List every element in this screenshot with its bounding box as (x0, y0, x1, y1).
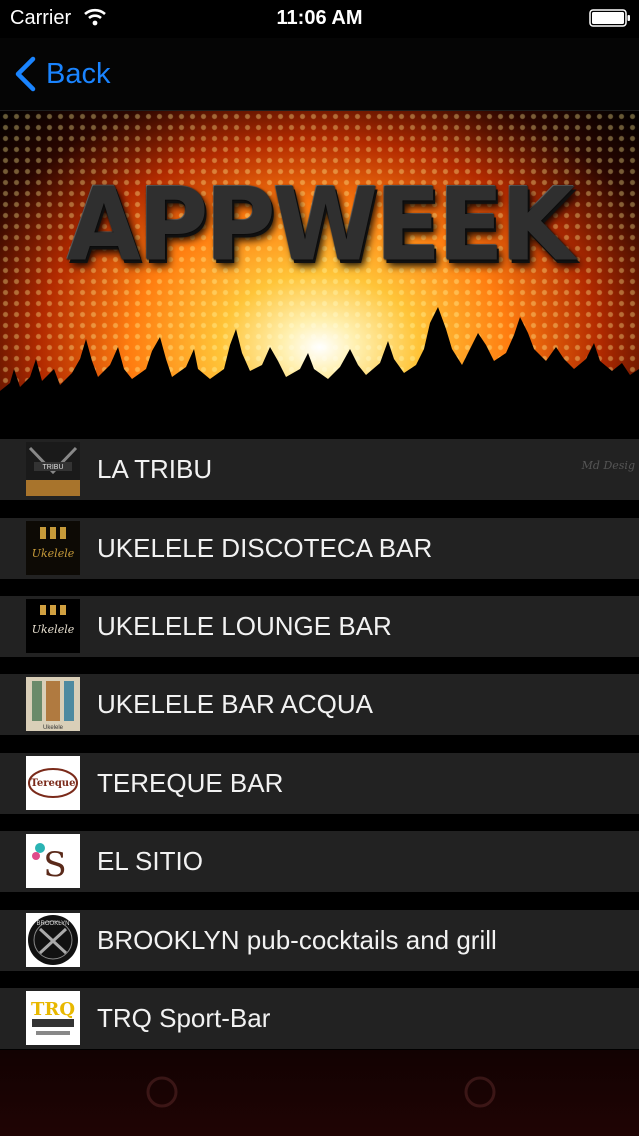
banner-signature: Md Desig (581, 459, 635, 472)
venue-logo-ukelele-acqua: Ukelele (26, 677, 80, 731)
status-time: 11:06 AM (276, 7, 363, 29)
venue-name: UKELELE DISCOTECA BAR (97, 533, 433, 563)
chevron-left-icon (15, 56, 36, 92)
navigation-bar: Back (0, 38, 639, 111)
tab-icon-left[interactable] (142, 1072, 182, 1112)
venue-row-ukelele-lounge[interactable]: Ukelele UKELELE LOUNGE BAR (0, 596, 639, 657)
venue-name: EL SITIO (97, 846, 203, 876)
venue-logo-tereque: Tereque (26, 756, 80, 810)
venue-row-el-sitio[interactable]: S EL SITIO (0, 831, 639, 892)
venue-logo-text: Ukelele (32, 623, 75, 636)
venue-name: LA TRIBU (97, 454, 213, 484)
venue-logo-trq: TRQ (26, 991, 80, 1045)
venue-logo-text: BROOKLYN (37, 921, 70, 927)
venue-row-ukelele-discoteca[interactable]: Ukelele UKELELE DISCOTECA BAR (0, 518, 639, 579)
tab-icon-right[interactable] (460, 1072, 500, 1112)
bottom-tab-bar (0, 1050, 639, 1136)
battery-icon (589, 9, 630, 27)
venue-row-la-tribu[interactable]: TRIBU LA TRIBU Md Desig (0, 439, 639, 500)
venue-name: BROOKLYN pub-cocktails and grill (97, 925, 497, 955)
venue-logo-text: TRIBU (43, 464, 64, 471)
venue-logo-ukelele-lounge: Ukelele (26, 599, 80, 653)
venue-logo-text: S (43, 845, 66, 885)
venue-row-brooklyn[interactable]: BROOKLYN BROOKLYN pub-cocktails and gril… (0, 910, 639, 971)
venue-name: TEREQUE BAR (97, 768, 284, 798)
banner-title: APPWEEK (66, 166, 575, 284)
back-label: Back (46, 57, 111, 90)
back-button[interactable]: Back (12, 54, 110, 94)
venue-name: TRQ Sport-Bar (97, 1003, 271, 1033)
venue-logo-text: Tereque (31, 778, 76, 789)
appweek-banner: APPWEEK (0, 111, 639, 439)
venue-name: UKELELE BAR ACQUA (97, 689, 373, 719)
venue-row-ukelele-acqua[interactable]: Ukelele UKELELE BAR ACQUA (0, 674, 639, 735)
venue-logo-text: TRQ (31, 999, 75, 1020)
status-bar: Carrier 11:06 AM (0, 0, 639, 38)
venue-row-trq[interactable]: TRQ TRQ Sport-Bar (0, 988, 639, 1049)
venue-logo-el-sitio: S (26, 834, 80, 888)
venue-row-tereque[interactable]: Tereque TEREQUE BAR (0, 753, 639, 814)
crowd-silhouette (0, 307, 639, 439)
venue-logo-la-tribu: TRIBU (26, 442, 80, 496)
venue-logo-brooklyn: BROOKLYN (26, 913, 80, 967)
venue-logo-ukelele-discoteca: Ukelele (26, 521, 80, 575)
venue-logo-text: Ukelele (43, 725, 64, 731)
venue-logo-text: Ukelele (32, 547, 75, 560)
venue-name: UKELELE LOUNGE BAR (97, 611, 392, 641)
